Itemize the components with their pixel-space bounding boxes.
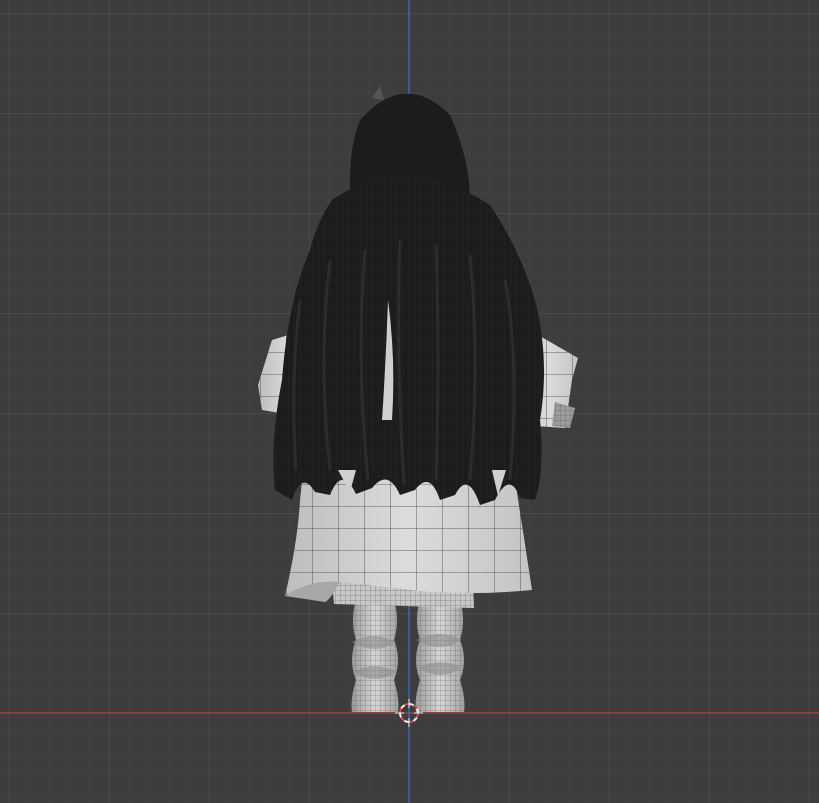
right-leg (415, 600, 465, 712)
left-leg (351, 600, 399, 712)
3d-viewport[interactable] (0, 0, 819, 803)
viewport-canvas[interactable] (0, 0, 819, 803)
